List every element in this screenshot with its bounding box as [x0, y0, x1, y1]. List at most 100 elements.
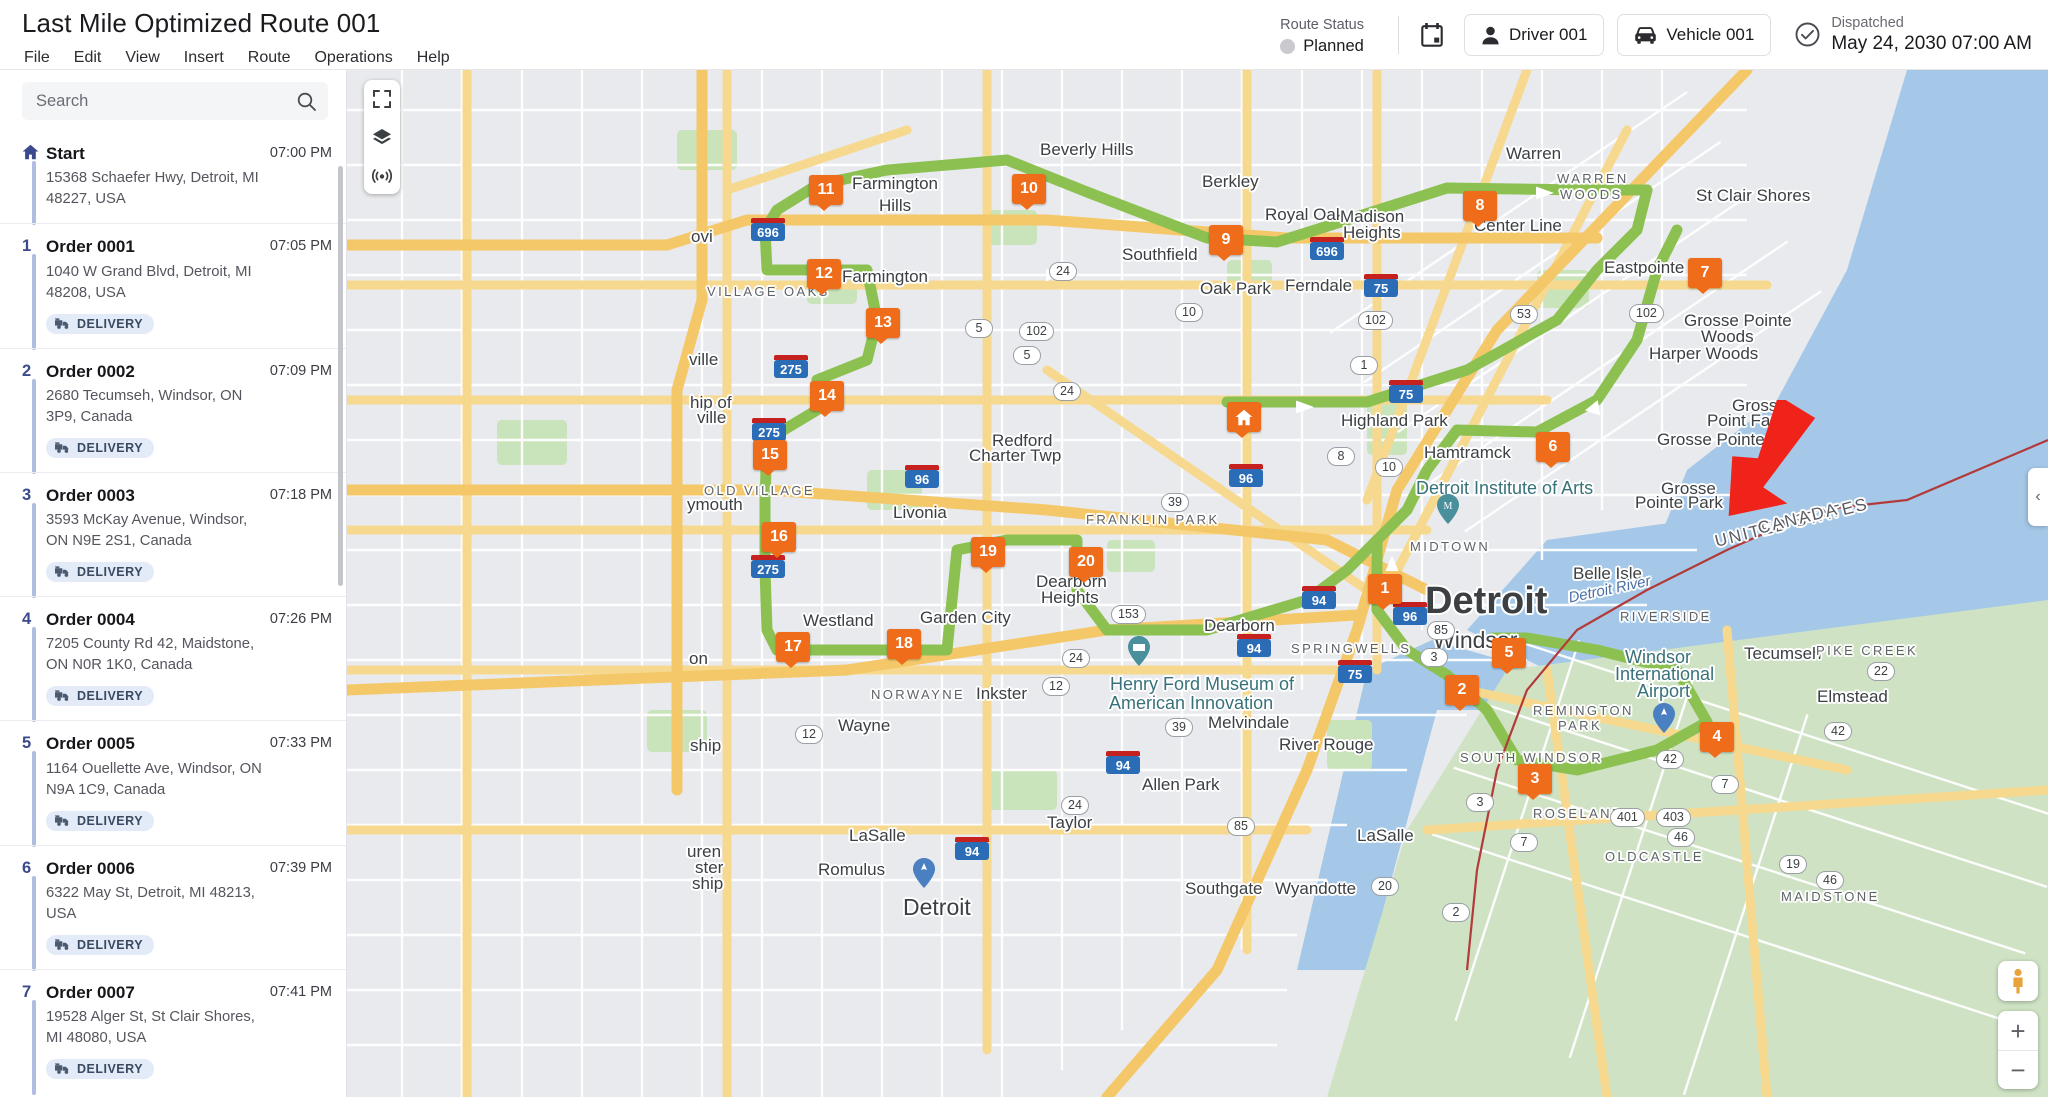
- map-marker-stop-9[interactable]: 9: [1209, 225, 1243, 261]
- person-icon: [1482, 26, 1499, 44]
- map-marker-stop-15[interactable]: 15: [753, 440, 787, 476]
- street-view-pegman-button[interactable]: [1998, 961, 2038, 1001]
- badge-label: DELIVERY: [77, 1062, 144, 1076]
- fullscreen-button[interactable]: [364, 80, 400, 118]
- menu-help[interactable]: Help: [415, 48, 452, 68]
- interstate-shield: 94: [955, 837, 989, 860]
- map-marker-stop-1[interactable]: 1: [1368, 574, 1402, 610]
- stop-time: 07:05 PM: [269, 238, 332, 255]
- road-shield: 85: [1227, 817, 1255, 836]
- zoom-out-button[interactable]: −: [1998, 1050, 2038, 1089]
- status-badge: DELIVERY: [46, 437, 155, 458]
- menu-file[interactable]: File: [22, 48, 52, 68]
- zoom-in-button[interactable]: +: [1998, 1011, 2038, 1050]
- museum-poi-icon[interactable]: [1128, 636, 1150, 666]
- interstate-shield: 96: [1229, 464, 1263, 487]
- menu-route[interactable]: Route: [246, 48, 293, 68]
- list-item[interactable]: 6 Order 0006 6322 May St, Detroit, MI 48…: [0, 844, 346, 971]
- search-box[interactable]: [22, 82, 328, 120]
- map-marker-stop-2[interactable]: 2: [1445, 675, 1479, 711]
- route-rail: [32, 999, 36, 1095]
- route-rail: [32, 378, 36, 474]
- road-shield: 12: [1042, 677, 1070, 696]
- stop-time: 07:09 PM: [269, 362, 332, 379]
- truck-icon: [55, 317, 69, 329]
- app-header: Last Mile Optimized Route 001 File Edit …: [0, 0, 2048, 70]
- stop-list[interactable]: Start 15368 Schaefer Hwy, Detroit, MI 48…: [0, 131, 346, 1097]
- route-map[interactable]: Beverly Hills Warren Berkley Farmington Hill…: [347, 70, 2048, 1097]
- road-shield: 24: [1061, 796, 1089, 815]
- road-shield: 46: [1816, 871, 1844, 890]
- interstate-shield: 275: [751, 555, 785, 578]
- route-status-label: Route Status: [1280, 16, 1364, 33]
- stop-address: 19528 Alger St, St Clair Shores, MI 4808…: [46, 1009, 255, 1046]
- collapse-panel-button[interactable]: ‹: [2028, 468, 2048, 526]
- map-marker-stop-11[interactable]: 11: [809, 175, 843, 211]
- map-marker-stop-8[interactable]: 8: [1463, 191, 1497, 227]
- stop-title: Start: [46, 144, 85, 163]
- stop-title: Order 0006: [46, 858, 135, 878]
- driver-button[interactable]: Driver 001: [1463, 14, 1605, 56]
- list-item[interactable]: 5 Order 0005 1164 Ouellette Ave, Windsor…: [0, 720, 346, 847]
- map-marker-stop-18[interactable]: 18: [887, 629, 921, 665]
- map-marker-stop-13[interactable]: 13: [866, 308, 900, 344]
- stop-index: 7: [22, 982, 32, 1001]
- badge-label: DELIVERY: [77, 689, 144, 704]
- map-marker-stop-17[interactable]: 17: [776, 632, 810, 668]
- route-planner-app: Last Mile Optimized Route 001 File Edit …: [0, 0, 2048, 1097]
- map-controls[interactable]: [364, 80, 400, 194]
- list-item[interactable]: 4 Order 0004 7205 County Rd 42, Maidston…: [0, 596, 346, 723]
- list-item[interactable]: Start 15368 Schaefer Hwy, Detroit, MI 48…: [0, 131, 346, 226]
- list-item[interactable]: 7 Order 0007 19528 Alger St, St Clair Sh…: [0, 968, 346, 1095]
- airport-poi-icon[interactable]: [913, 858, 935, 888]
- map-marker-stop-3[interactable]: 3: [1518, 764, 1552, 800]
- museum-poi-icon[interactable]: M: [1437, 494, 1459, 524]
- map-marker-stop-7[interactable]: 7: [1688, 258, 1722, 294]
- stop-title: Order 0001: [46, 237, 135, 257]
- map-marker-start-home[interactable]: [1227, 402, 1261, 438]
- locate-button[interactable]: [364, 156, 400, 194]
- list-item[interactable]: 3 Order 0003 3593 McKay Avenue, Windsor,…: [0, 471, 346, 598]
- map-marker-stop-4[interactable]: 4: [1700, 722, 1734, 758]
- map-marker-stop-10[interactable]: 10: [1012, 174, 1046, 210]
- route-rail: [32, 875, 36, 971]
- vehicle-button[interactable]: Vehicle 001: [1617, 14, 1772, 56]
- list-item[interactable]: 2 Order 0002 2680 Tecumseh, Windsor, ON …: [0, 347, 346, 474]
- map-marker-stop-5[interactable]: 5: [1492, 638, 1526, 674]
- stop-time: 07:26 PM: [269, 611, 332, 627]
- menu-operations[interactable]: Operations: [312, 48, 394, 68]
- route-rail: [32, 161, 36, 226]
- list-item[interactable]: 1 Order 0001 1040 W Grand Blvd, Detroit,…: [0, 223, 346, 350]
- map-marker-stop-12[interactable]: 12: [807, 259, 841, 295]
- status-badge: DELIVERY: [46, 686, 155, 707]
- map-marker-stop-6[interactable]: 6: [1536, 432, 1570, 468]
- status-badge: DELIVERY: [46, 562, 155, 582]
- badge-label: DELIVERY: [77, 316, 144, 331]
- home-icon: [1235, 409, 1253, 425]
- map-marker-stop-16[interactable]: 16: [762, 522, 796, 558]
- badge-label: DELIVERY: [77, 937, 144, 952]
- badge-label: DELIVERY: [77, 565, 144, 579]
- check-circle-icon: [1795, 23, 1820, 47]
- search-input[interactable]: [36, 91, 297, 111]
- menu-view[interactable]: View: [123, 48, 161, 68]
- road-shield: 10: [1175, 303, 1203, 322]
- truck-icon: [55, 566, 69, 577]
- stop-address: 6322 May St, Detroit, MI 48213, USA: [46, 884, 255, 922]
- layers-button[interactable]: [364, 118, 400, 156]
- map-marker-stop-20[interactable]: 20: [1069, 547, 1103, 583]
- search-icon[interactable]: [297, 92, 316, 111]
- route-rail: [32, 751, 36, 847]
- sidebar-scrollbar[interactable]: [338, 166, 343, 586]
- calendar-button[interactable]: [1413, 16, 1451, 54]
- airport-poi-icon[interactable]: [1653, 703, 1675, 733]
- map-marker-stop-14[interactable]: 14: [810, 381, 844, 417]
- road-shield: 24: [1062, 649, 1090, 668]
- map-marker-stop-19[interactable]: 19: [971, 537, 1005, 573]
- road-shield: 401: [1610, 808, 1645, 827]
- stop-index: 5: [22, 734, 32, 753]
- map-zoom-controls[interactable]: + −: [1998, 1011, 2038, 1089]
- menu-edit[interactable]: Edit: [72, 48, 104, 68]
- menu-insert[interactable]: Insert: [182, 48, 226, 68]
- driver-label: Driver 001: [1508, 25, 1588, 44]
